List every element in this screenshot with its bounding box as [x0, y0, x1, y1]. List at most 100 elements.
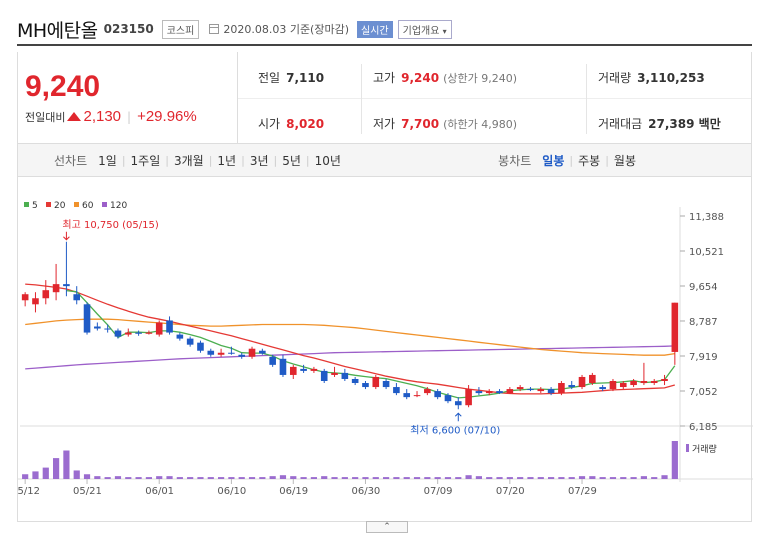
volume-bar: [104, 477, 111, 479]
min-annotation: 최저 6,600 (07/10): [410, 424, 500, 436]
tab-3m[interactable]: 3개월: [169, 152, 209, 169]
volume-bar: [517, 477, 524, 479]
volume-bar: [197, 477, 204, 479]
collapse-button[interactable]: ⌃: [366, 521, 408, 533]
open-label: 시가: [258, 117, 281, 131]
volume-bar: [424, 477, 431, 479]
candle-body: [114, 330, 122, 337]
tab-1d[interactable]: 1일: [93, 152, 122, 169]
volume-bar: [218, 477, 225, 479]
candle-body: [176, 334, 184, 339]
low-value: 7,700: [401, 116, 440, 131]
x-tick-label: 05/21: [73, 486, 102, 497]
volume-bar: [321, 476, 328, 479]
candle-body: [124, 332, 132, 335]
tab-weekly[interactable]: 주봉: [573, 152, 605, 169]
volume-bar: [341, 477, 348, 479]
candle-body: [444, 395, 452, 402]
candle-body: [589, 374, 596, 384]
candle-body: [310, 368, 318, 371]
candle-body: [630, 380, 637, 386]
realtime-button[interactable]: 실시간: [357, 20, 393, 38]
y-tick-label: 7,052: [689, 387, 718, 398]
volume-bar: [145, 477, 152, 479]
volume-bar: [609, 477, 617, 479]
low-price: 저가 7,700 (하한가 4,980): [373, 115, 517, 132]
tab-1y[interactable]: 1년: [212, 152, 241, 169]
tab-10y[interactable]: 10년: [310, 152, 346, 169]
tab-1w[interactable]: 1주일: [126, 152, 166, 169]
candle-body: [331, 372, 338, 375]
calendar-icon: [209, 24, 220, 34]
trade-amount: 거래대금 27,389 백만: [598, 115, 721, 132]
date-info: 2020.08.03 기준(장마감): [209, 21, 349, 37]
candle-body: [248, 348, 256, 357]
chart-tabs: 선차트 1일 | 1주일 | 3개월 | 1년 | 3년 | 5년 | 10년 봉차트 일봉…: [17, 144, 752, 177]
legend-swatch: [46, 202, 51, 207]
legend-label: 120: [110, 201, 127, 211]
low-label: 저가: [373, 117, 396, 131]
volume-bar: [22, 474, 29, 479]
candle-body: [197, 342, 204, 351]
volume-bar: [444, 477, 452, 479]
x-tick-label: 07/09: [424, 486, 453, 497]
volume-bar: [259, 477, 266, 479]
tab-3y[interactable]: 3년: [245, 152, 274, 169]
volume-bar: [506, 477, 513, 479]
candle-body: [599, 387, 606, 390]
candlestick-chart: 5 20 60 120 11,388 10,521 9,654 8,787 7,919 7,052…: [18, 201, 753, 497]
candle-body: [259, 350, 266, 354]
company-info-dropdown[interactable]: 기업개요 ▾: [397, 19, 452, 39]
candle-body: [558, 383, 565, 394]
legend-label: 60: [82, 201, 94, 211]
candle-body: [32, 298, 39, 305]
volume-bar: [537, 477, 544, 479]
candle-body: [372, 376, 380, 388]
prev-close: 전일 7,110: [258, 69, 324, 86]
volume-bar: [558, 477, 565, 479]
up-arrow-icon: [67, 112, 82, 121]
candle-body: [104, 328, 111, 330]
chevron-up-icon: ⌃: [383, 522, 391, 532]
candle-body: [155, 322, 163, 335]
upper-limit: (상한가 9,240): [443, 71, 517, 85]
open-value: 8,020: [286, 116, 325, 131]
volume-legend: 거래량: [692, 443, 717, 455]
ma60-line: [25, 318, 675, 356]
change-percent: +29.96%: [137, 108, 197, 125]
legend-label: 20: [54, 201, 66, 211]
candle-body: [527, 389, 534, 391]
volume-bar: [486, 477, 493, 479]
lower-limit: (하한가 4,980): [443, 117, 517, 131]
volume-bar: [434, 477, 441, 479]
candle-body: [609, 380, 617, 390]
volume-bar: [156, 476, 163, 479]
volume-bar: [352, 477, 359, 479]
candle-body: [454, 401, 462, 406]
candle-body: [516, 387, 524, 390]
volume-bar: [42, 467, 49, 479]
volume-bar: [413, 477, 421, 479]
volume-bar: [372, 477, 379, 479]
tab-5y[interactable]: 5년: [277, 152, 306, 169]
open-price: 시가 8,020: [258, 115, 324, 132]
volume-bar: [568, 477, 575, 479]
candle-body: [269, 356, 276, 365]
volume-bar: [125, 477, 132, 479]
legend-label: 5: [32, 201, 38, 211]
candle-body: [413, 395, 421, 397]
tab-monthly[interactable]: 월봉: [609, 152, 641, 169]
prev-close-label: 전일: [258, 71, 281, 85]
candle-chart-label: 봉차트: [498, 153, 532, 168]
candle-body: [300, 368, 307, 371]
divider: [361, 64, 362, 134]
tab-daily[interactable]: 일봉: [537, 152, 569, 169]
volume-bar: [465, 475, 472, 479]
volume-bar: [187, 477, 194, 479]
candle-body: [393, 387, 400, 394]
candle-body: [83, 304, 91, 333]
price-summary: 9,240 전일대비 2,130 | +29.96% 전일 7,110 시가 8…: [17, 52, 752, 144]
y-tick-label: 7,919: [689, 352, 718, 363]
min-arrow: [454, 412, 462, 422]
candle-body: [403, 393, 411, 398]
